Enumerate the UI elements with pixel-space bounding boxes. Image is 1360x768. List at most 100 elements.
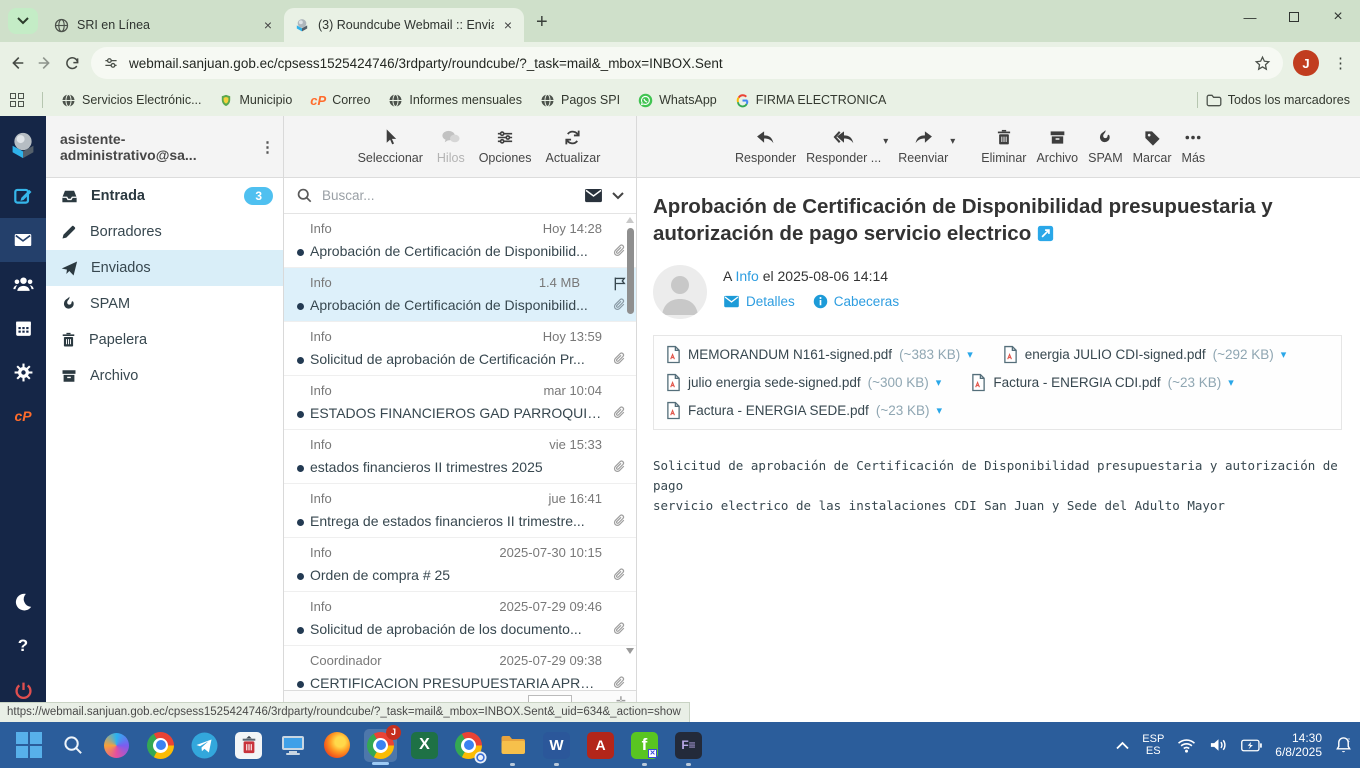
profile-avatar[interactable]: J <box>1293 50 1319 76</box>
tray-chevron-icon[interactable] <box>1116 741 1129 750</box>
new-tab-button[interactable]: + <box>536 12 548 32</box>
site-settings-icon[interactable] <box>103 55 119 71</box>
attachment-item[interactable]: Factura - ENERGIA CDI.pdf (~23 KB) ▾ <box>971 373 1234 392</box>
copilot-button[interactable] <box>100 729 133 762</box>
forward-button[interactable]: Reenviar <box>898 128 948 165</box>
rail-calendar-button[interactable] <box>0 306 46 350</box>
scroll-down-icon[interactable] <box>626 648 634 654</box>
message-row[interactable]: Info 2025-07-29 09:46 Solicitud de aproba… <box>284 592 636 646</box>
file-explorer-button[interactable] <box>496 729 529 766</box>
open-in-new-icon[interactable] <box>1037 223 1054 250</box>
message-row[interactable]: Info 2025-07-30 10:15 Orden de compra # 2… <box>284 538 636 592</box>
back-button[interactable] <box>8 54 26 72</box>
attachment-item[interactable]: Factura - ENERGIA SEDE.pdf (~23 KB) ▾ <box>666 401 942 420</box>
forward-button[interactable] <box>36 54 54 72</box>
search-input[interactable]: Buscar... <box>322 188 575 203</box>
message-row[interactable]: Info mar 10:04 ESTADOS FINANCIEROS GAD PA… <box>284 376 636 430</box>
message-row[interactable]: Coordinador 2025-07-29 09:38 CERTIFICACIO… <box>284 646 636 690</box>
wifi-icon[interactable] <box>1177 738 1196 753</box>
message-row[interactable]: Info vie 15:33 estados financieros II tri… <box>284 430 636 484</box>
browser-menu-icon[interactable]: ⋮ <box>1329 54 1352 72</box>
compose-button[interactable] <box>0 174 46 218</box>
firefox-button[interactable] <box>320 729 353 762</box>
tab-close-icon[interactable]: × <box>262 17 274 33</box>
chrome-app-button[interactable] <box>452 729 487 763</box>
message-row[interactable]: Info Hoy 13:59 Solicitud de aprobación de… <box>284 322 636 376</box>
list-scrollbar[interactable] <box>624 214 636 690</box>
attachment-menu-icon[interactable]: ▾ <box>967 348 973 361</box>
reply-all-button[interactable]: Responder ... <box>806 128 881 165</box>
bookmark-pagos[interactable]: Pagos SPI <box>540 93 620 108</box>
apps-grid-icon[interactable] <box>10 93 24 107</box>
battery-icon[interactable] <box>1241 739 1263 752</box>
volume-icon[interactable] <box>1209 737 1228 753</box>
message-row[interactable]: Info Hoy 14:28 Aprobación de Certificació… <box>284 214 636 268</box>
folder-enviados[interactable]: Enviados <box>46 250 283 286</box>
attachment-menu-icon[interactable]: ▾ <box>936 376 942 389</box>
url-bar[interactable]: webmail.sanjuan.gob.ec/cpsess1525424746/… <box>91 47 1283 79</box>
reply-all-caret-icon[interactable]: ▾ <box>883 136 888 147</box>
rail-settings-button[interactable] <box>0 350 46 394</box>
close-button[interactable]: × <box>1316 0 1360 34</box>
chrome-button[interactable] <box>144 729 177 762</box>
folder-entrada[interactable]: Entrada 3 <box>46 178 283 214</box>
search-bar[interactable]: Buscar... <box>284 178 636 214</box>
this-pc-button[interactable] <box>276 729 309 762</box>
chrome-active-window-button[interactable]: J <box>364 724 401 765</box>
attachment-menu-icon[interactable]: ▾ <box>936 404 942 417</box>
bookmark-firma[interactable]: FIRMA ELECTRONICA <box>735 93 886 108</box>
refresh-button[interactable]: Actualizar <box>546 128 600 165</box>
rail-contacts-button[interactable] <box>0 262 46 306</box>
folder-borradores[interactable]: Borradores <box>46 214 283 250</box>
taskbar-search-button[interactable] <box>56 729 89 762</box>
bookmark-whatsapp[interactable]: WhatsApp <box>638 93 717 108</box>
folder-spam[interactable]: SPAM <box>46 286 283 322</box>
help-button[interactable]: ? <box>0 624 46 668</box>
bookmark-correo[interactable]: cP Correo <box>310 93 370 108</box>
excel-button[interactable]: X <box>408 729 441 762</box>
telegram-button[interactable] <box>188 729 221 762</box>
account-header[interactable]: asistente-administrativo@sa... ⋮ <box>46 116 283 178</box>
green-f-app-button[interactable]: f ✕ <box>628 729 661 766</box>
maximize-button[interactable] <box>1272 0 1316 34</box>
reload-button[interactable] <box>64 55 81 72</box>
all-bookmarks-button[interactable]: Todos los marcadores <box>1206 93 1350 107</box>
spam-button[interactable]: SPAM <box>1088 128 1123 165</box>
acrobat-button[interactable]: A <box>584 729 617 762</box>
url-text[interactable]: webmail.sanjuan.gob.ec/cpsess1525424746/… <box>129 56 1244 71</box>
bookmark-municipio[interactable]: Municipio <box>219 93 292 108</box>
search-options-chevron-icon[interactable] <box>612 191 624 200</box>
tab-close-icon[interactable]: × <box>502 17 514 33</box>
notification-bell-icon[interactable]: z <box>1335 736 1352 754</box>
more-button[interactable]: Más <box>1182 128 1205 165</box>
scrollbar-thumb[interactable] <box>627 228 634 314</box>
attachment-item[interactable]: MEMORANDUM N161-signed.pdf (~383 KB) ▾ <box>666 345 973 364</box>
minimize-button[interactable]: — <box>1228 0 1272 34</box>
details-button[interactable]: Detalles <box>723 294 795 309</box>
reply-button[interactable]: Responder <box>735 128 796 165</box>
firmaec-button[interactable]: F≡ <box>672 729 705 766</box>
folder-archivo[interactable]: Archivo <box>46 358 283 394</box>
search-scope-mail-icon[interactable] <box>584 188 603 203</box>
attachment-item[interactable]: julio energia sede-signed.pdf (~300 KB) … <box>666 373 941 392</box>
message-row-selected[interactable]: Info 1.4 MB Aprobación de Certificación d… <box>284 268 636 322</box>
rail-cpanel-button[interactable]: cP <box>0 394 46 438</box>
rail-mail-button[interactable] <box>0 218 46 262</box>
mark-button[interactable]: Marcar <box>1133 128 1172 165</box>
bookmark-servicios[interactable]: Servicios Electrónic... <box>61 93 201 108</box>
select-button[interactable]: Seleccionar <box>358 128 423 165</box>
tab-sri[interactable]: SRI en Línea × <box>44 8 284 42</box>
options-button[interactable]: Opciones <box>479 128 532 165</box>
clock[interactable]: 14:30 6/8/2025 <box>1275 731 1322 759</box>
tab-search-button[interactable] <box>8 8 38 34</box>
threads-button[interactable]: Hilos <box>437 128 465 165</box>
language-indicator[interactable]: ESP ES <box>1142 733 1164 757</box>
attachment-item[interactable]: energia JULIO CDI-signed.pdf (~292 KB) ▾ <box>1003 345 1287 364</box>
scroll-up-icon[interactable] <box>626 217 634 223</box>
attachment-menu-icon[interactable]: ▾ <box>1281 348 1287 361</box>
recipient-link[interactable]: Info <box>735 268 758 284</box>
account-menu-icon[interactable]: ⋮ <box>260 138 275 156</box>
attachment-menu-icon[interactable]: ▾ <box>1228 376 1234 389</box>
delete-button[interactable]: Eliminar <box>981 128 1026 165</box>
word-button[interactable]: W <box>540 729 573 766</box>
